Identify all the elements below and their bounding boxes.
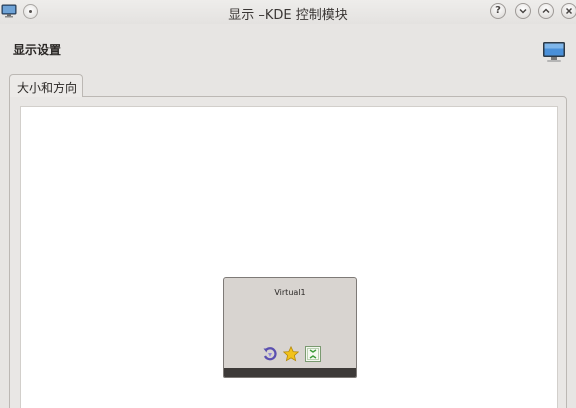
chevron-down-icon: [519, 8, 527, 14]
chevron-up-icon: [542, 8, 550, 14]
output-footer-bar: [224, 368, 356, 377]
resize-icon[interactable]: [305, 346, 321, 362]
tab-size-orientation[interactable]: 大小和方向: [9, 74, 83, 97]
tab-label: 大小和方向: [17, 81, 78, 95]
help-icon: ?: [495, 5, 501, 16]
output-name: Virtual1: [274, 288, 306, 297]
output-virtual1[interactable]: Virtual1: [223, 277, 357, 378]
close-button[interactable]: [561, 3, 576, 19]
close-icon: [565, 7, 573, 15]
maximize-button[interactable]: [538, 3, 554, 19]
help-button[interactable]: ?: [490, 3, 506, 19]
primary-star-icon[interactable]: [283, 346, 299, 362]
minimize-button[interactable]: [515, 3, 531, 19]
title-bar[interactable]: 显示 –KDE 控制模块 ?: [0, 0, 576, 24]
rotate-icon[interactable]: [262, 346, 278, 362]
monitor-icon: [543, 42, 565, 62]
page-title: 显示设置: [13, 43, 62, 57]
